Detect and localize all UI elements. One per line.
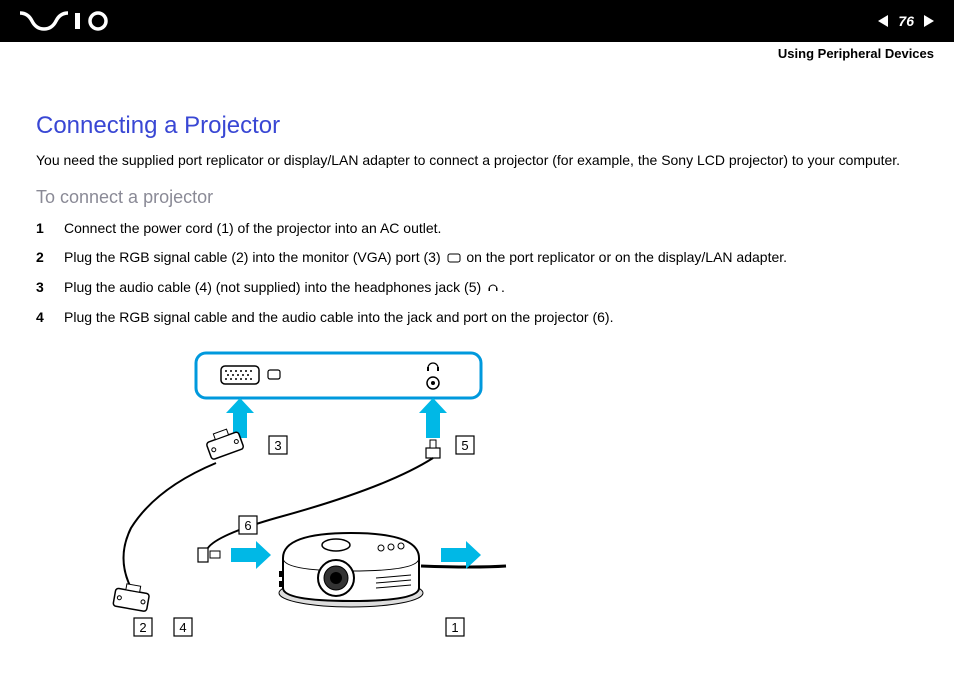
step-list: 1 Connect the power cord (1) of the proj… [36, 218, 918, 328]
vaio-logo [20, 11, 115, 31]
diagram-label-4: 4 [179, 620, 186, 635]
page-content: Connecting a Projector You need the supp… [0, 42, 954, 673]
section-name: Using Peripheral Devices [778, 46, 934, 61]
prev-page-arrow[interactable] [878, 15, 888, 27]
diagram-label-2: 2 [139, 620, 146, 635]
page-nav: 76 [878, 13, 934, 29]
monitor-port-icon [447, 248, 461, 269]
diagram-label-5: 5 [461, 438, 468, 453]
subtitle: To connect a projector [36, 187, 918, 208]
step-text: Connect the power cord (1) of the projec… [64, 218, 918, 239]
headphone-jack-icon [487, 278, 499, 299]
diagram-label-6: 6 [244, 518, 251, 533]
step-number: 1 [36, 218, 64, 239]
page-title: Connecting a Projector [36, 112, 918, 140]
header-bar: 76 [0, 0, 954, 42]
step-text: Plug the RGB signal cable (2) into the m… [64, 247, 918, 269]
page-number: 76 [898, 13, 914, 29]
next-page-arrow[interactable] [924, 15, 934, 27]
step-1: 1 Connect the power cord (1) of the proj… [36, 218, 918, 239]
diagram-label-3: 3 [274, 438, 281, 453]
step-text: Plug the RGB signal cable and the audio … [64, 307, 918, 328]
step-2: 2 Plug the RGB signal cable (2) into the… [36, 247, 918, 269]
step-text: Plug the audio cable (4) (not supplied) … [64, 277, 918, 299]
step-3: 3 Plug the audio cable (4) (not supplied… [36, 277, 918, 299]
intro-text: You need the supplied port replicator or… [36, 150, 918, 171]
step-number: 3 [36, 277, 64, 298]
diagram-label-1: 1 [451, 620, 458, 635]
step-number: 4 [36, 307, 64, 328]
step-number: 2 [36, 247, 64, 268]
step-4: 4 Plug the RGB signal cable and the audi… [36, 307, 918, 328]
connection-diagram: 3 5 [76, 348, 918, 653]
